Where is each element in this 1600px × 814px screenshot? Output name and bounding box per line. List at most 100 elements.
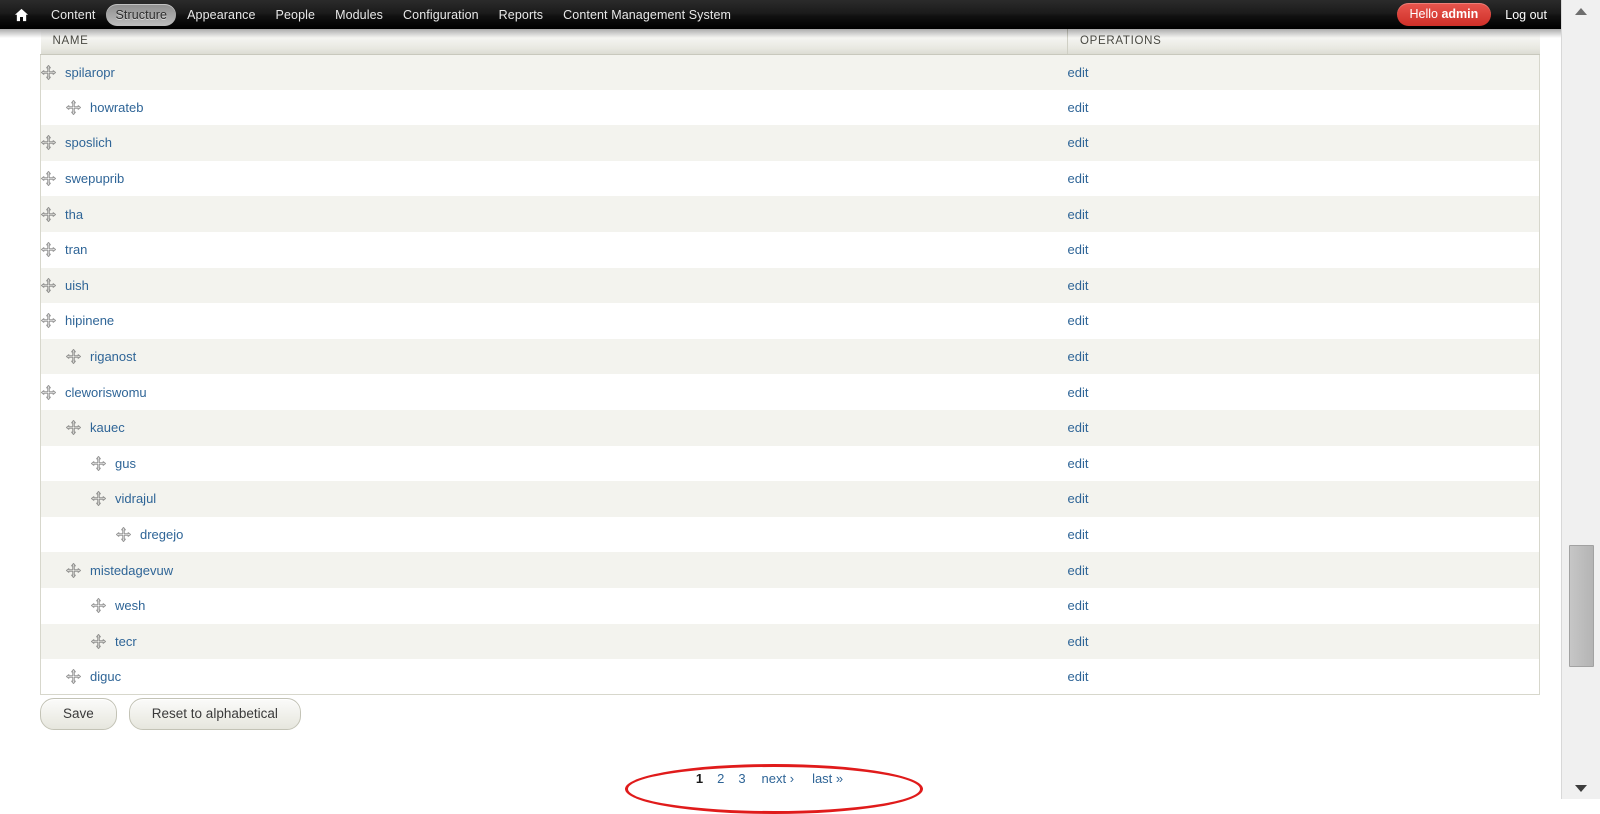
term-name-link[interactable]: wesh — [115, 598, 145, 613]
pager-item-2[interactable]: 2 — [710, 771, 731, 786]
edit-link[interactable]: edit — [1068, 65, 1089, 80]
cell-name: dregejo — [40, 516, 1068, 553]
drag-move-icon[interactable] — [65, 562, 82, 578]
toolbar-item-appearance[interactable]: Appearance — [178, 4, 264, 26]
reset-to-alphabetical-button[interactable]: Reset to alphabetical — [128, 698, 301, 730]
cell-operations: edit — [1067, 516, 1540, 553]
drag-move-icon[interactable] — [115, 526, 132, 543]
term-name-link[interactable]: diguc — [90, 669, 121, 684]
term-name-link[interactable]: vidrajul — [115, 491, 156, 506]
toolbar-item-configuration[interactable]: Configuration — [394, 4, 488, 26]
term-name-link[interactable]: riganost — [90, 349, 136, 364]
name-cell-inner: uish — [40, 277, 1068, 293]
toolbar-item-people[interactable]: People — [267, 4, 325, 26]
cell-name: howrateb — [40, 89, 1068, 126]
edit-link[interactable]: edit — [1068, 171, 1089, 186]
term-name-link[interactable]: tran — [65, 242, 87, 257]
edit-link[interactable]: edit — [1068, 634, 1089, 649]
cell-operations: edit — [1067, 89, 1540, 126]
drag-move-icon[interactable] — [40, 384, 57, 400]
toolbar-item-content[interactable]: Content — [42, 4, 104, 26]
edit-link[interactable]: edit — [1068, 491, 1089, 506]
edit-link[interactable]: edit — [1068, 563, 1089, 578]
edit-link[interactable]: edit — [1068, 242, 1089, 257]
drag-move-icon[interactable] — [40, 313, 57, 329]
term-name-link[interactable]: sposlich — [65, 135, 112, 150]
edit-link[interactable]: edit — [1068, 135, 1089, 150]
table-row: wesh edit — [40, 587, 1540, 624]
pager-item-1: 1 — [695, 771, 704, 786]
table-row: vidrajul edit — [40, 481, 1540, 517]
table-head: NAME OPERATIONS — [40, 29, 1540, 55]
drag-move-icon[interactable] — [90, 491, 107, 507]
toolbar-item-reports[interactable]: Reports — [490, 4, 552, 26]
term-name-link[interactable]: cleworiswomu — [65, 385, 147, 400]
drag-move-icon[interactable] — [40, 277, 57, 293]
drag-move-icon[interactable] — [65, 99, 82, 115]
drag-move-icon[interactable] — [90, 455, 107, 471]
table-header-row: NAME OPERATIONS — [40, 29, 1540, 55]
term-name-link[interactable]: swepuprib — [65, 171, 124, 186]
cell-name: uish — [40, 267, 1068, 304]
toolbar-item-modules[interactable]: Modules — [326, 4, 392, 26]
term-name-link[interactable]: tecr — [115, 634, 137, 649]
drag-move-icon[interactable] — [40, 64, 57, 80]
pager-item-last[interactable]: last » — [803, 771, 852, 786]
toolbar-item-content-management-system[interactable]: Content Management System — [554, 4, 740, 26]
term-name-link[interactable]: dregejo — [140, 527, 183, 542]
name-cell-inner: howrateb — [41, 99, 1068, 115]
scroll-down-arrow-icon[interactable] — [1562, 777, 1600, 799]
edit-link[interactable]: edit — [1068, 420, 1089, 435]
edit-link[interactable]: edit — [1068, 278, 1089, 293]
edit-link[interactable]: edit — [1068, 669, 1089, 684]
edit-link[interactable]: edit — [1068, 349, 1089, 364]
scroll-up-arrow-icon[interactable] — [1562, 0, 1600, 22]
browser-scrollbar[interactable] — [1561, 0, 1600, 799]
home-icon[interactable] — [10, 4, 32, 26]
pager-item-next[interactable]: next › — [753, 771, 804, 786]
cell-name: kauec — [40, 409, 1068, 446]
term-name-link[interactable]: gus — [115, 456, 136, 471]
term-name-link[interactable]: howrateb — [90, 100, 143, 115]
table-row: uish edit — [40, 267, 1540, 304]
indentation-spacer — [41, 498, 66, 499]
cell-name: diguc — [40, 659, 1068, 696]
edit-link[interactable]: edit — [1068, 598, 1089, 613]
edit-link[interactable]: edit — [1068, 100, 1089, 115]
term-name-link[interactable]: spilaropr — [65, 65, 115, 80]
edit-link[interactable]: edit — [1068, 456, 1089, 471]
drag-move-icon[interactable] — [65, 669, 82, 685]
drag-move-icon[interactable] — [90, 598, 107, 614]
edit-link[interactable]: edit — [1068, 527, 1089, 542]
drag-move-icon[interactable] — [40, 206, 57, 222]
drag-move-icon[interactable] — [40, 171, 57, 187]
toolbar-item-structure[interactable]: Structure — [106, 3, 177, 26]
name-cell-inner: riganost — [41, 349, 1068, 365]
name-cell-inner: tran — [40, 242, 1068, 258]
form-actions: Save Reset to alphabetical — [40, 698, 301, 730]
cell-operations: edit — [1067, 552, 1540, 588]
drag-move-icon[interactable] — [90, 633, 107, 649]
cell-name: sposlich — [40, 125, 1068, 161]
term-name-link[interactable]: uish — [65, 278, 89, 293]
pager-item-3[interactable]: 3 — [731, 771, 752, 786]
term-name-link[interactable]: kauec — [90, 420, 125, 435]
term-name-link[interactable]: tha — [65, 207, 83, 222]
edit-link[interactable]: edit — [1068, 313, 1089, 328]
term-name-link[interactable]: hipinene — [65, 313, 114, 328]
save-button[interactable]: Save — [40, 698, 117, 730]
edit-link[interactable]: edit — [1068, 385, 1089, 400]
cell-operations: edit — [1067, 160, 1540, 197]
scrollbar-thumb[interactable] — [1569, 545, 1594, 667]
drag-move-icon[interactable] — [40, 242, 57, 258]
name-cell-inner: spilaropr — [40, 64, 1068, 80]
name-cell-inner: sposlich — [40, 135, 1068, 151]
edit-link[interactable]: edit — [1068, 207, 1089, 222]
table-row: tran edit — [40, 231, 1540, 268]
drag-move-icon[interactable] — [65, 349, 82, 365]
user-greeting-badge[interactable]: Hello admin — [1396, 3, 1492, 26]
term-name-link[interactable]: mistedagevuw — [90, 563, 173, 578]
drag-move-icon[interactable] — [65, 420, 82, 436]
logout-link[interactable]: Log out — [1505, 8, 1547, 22]
drag-move-icon[interactable] — [40, 135, 57, 151]
